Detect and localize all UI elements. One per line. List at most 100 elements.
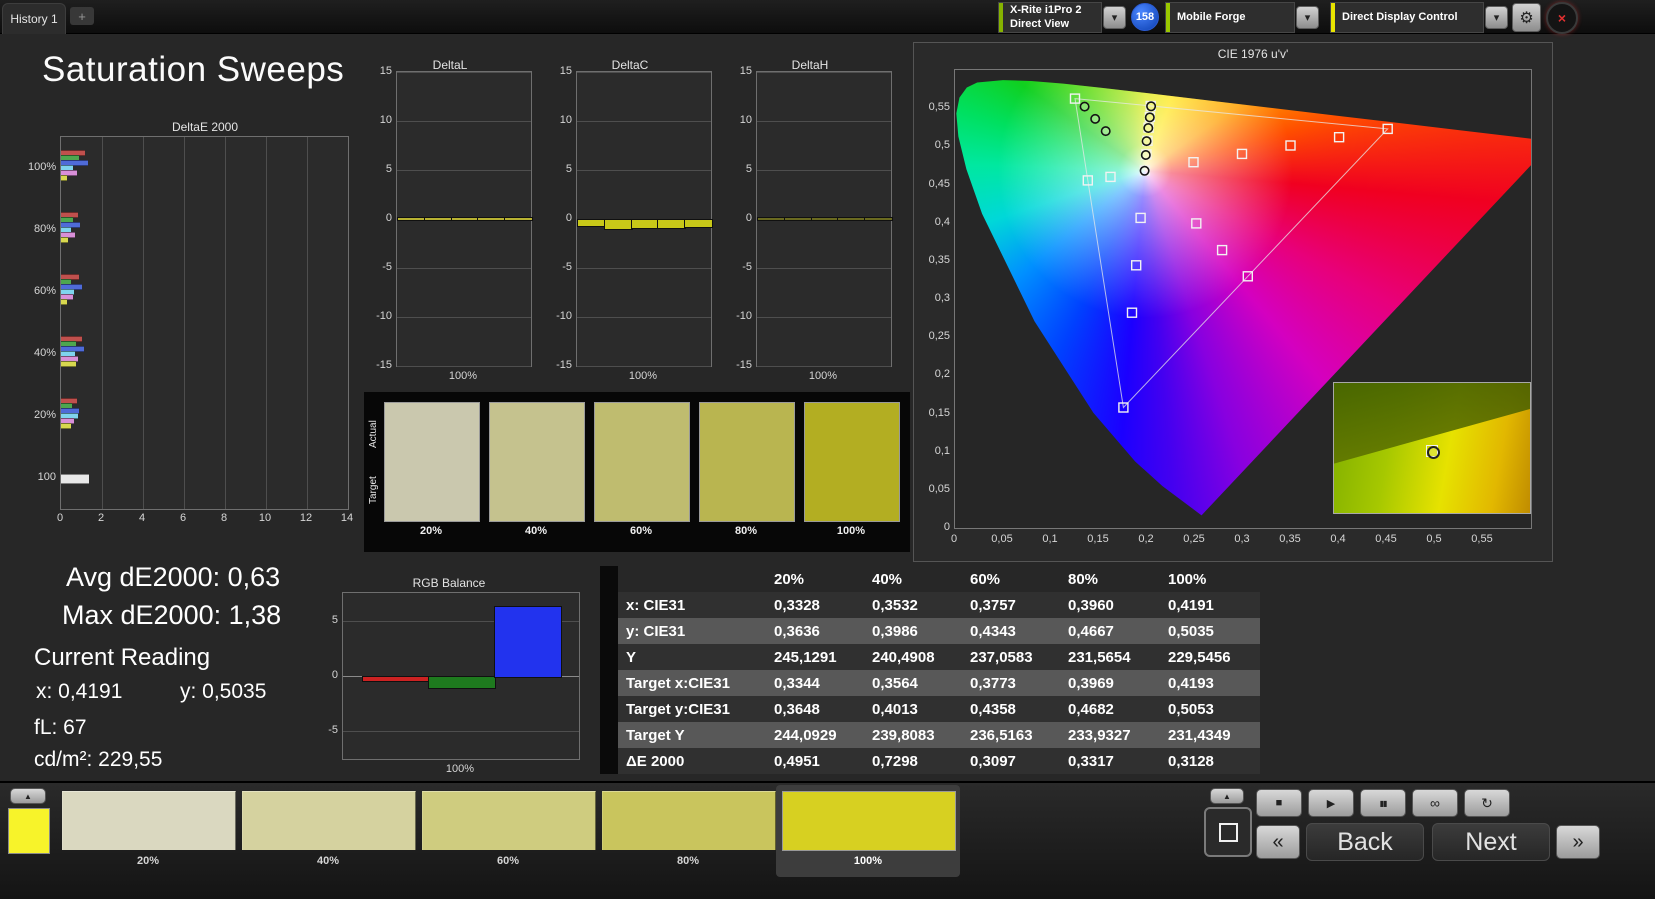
table-cell: 244,0929 [774, 726, 837, 744]
measurement-point [1146, 101, 1157, 112]
display-control-status-stripe [1331, 3, 1335, 32]
gridline [577, 170, 711, 171]
swatch-label-100%: 100% [836, 525, 866, 537]
deltae2000-chart-title: DeltaE 2000 [171, 120, 239, 134]
saturation-tile-label-60%: 60% [496, 855, 520, 867]
back-button[interactable]: Back [1306, 823, 1424, 861]
bar-60% [810, 217, 840, 221]
table-cell: 0,3757 [970, 596, 1016, 614]
saturation-tile-40%[interactable] [242, 791, 416, 850]
x-axis-label: 100% [808, 370, 838, 382]
bar-40% [423, 217, 453, 221]
row-label: Target y:CIE31 [626, 700, 730, 718]
y-tick-label: 10 [739, 114, 752, 126]
table-cell: 240,4908 [872, 648, 935, 666]
x-tick-label: 0,55 [1471, 533, 1493, 545]
continuous-measure-button[interactable]: ∞ [1412, 789, 1458, 817]
saturation-tile-100%[interactable] [782, 791, 956, 851]
y-tick-label: 0,25 [928, 330, 950, 343]
deltah-chart-panel: DeltaH 15 10 5 0 -5 -10 -15 100% [726, 54, 894, 390]
prev-page-button[interactable]: « [1256, 825, 1300, 859]
x-tick-label: 0,05 [991, 533, 1013, 545]
gridline [397, 121, 531, 122]
stop-button[interactable]: ■ [1256, 789, 1302, 817]
table-cell: 0,3128 [1168, 752, 1214, 770]
saturation-tile-80%[interactable] [602, 791, 776, 850]
row-strip [600, 618, 618, 644]
display-control-dropdown[interactable]: Direct Display Control [1330, 2, 1484, 33]
saturation-tile-20%[interactable] [62, 791, 236, 850]
meter-dropdown[interactable]: X-Rite i1Pro 2 Direct View [998, 2, 1102, 33]
bar-G [427, 676, 497, 690]
measurement-point [1100, 126, 1111, 137]
table-cell: 236,5163 [970, 726, 1033, 744]
bar-R [361, 676, 430, 683]
table-cell: 237,0583 [970, 648, 1033, 666]
de-bar-yellow [61, 299, 68, 305]
x-tick-label: 0,35 [1279, 533, 1301, 545]
close-button[interactable]: × [1546, 2, 1578, 34]
settings-button[interactable]: ⚙ [1512, 3, 1541, 32]
x-tick-label: 0,15 [1087, 533, 1109, 545]
measurement-point [1090, 113, 1101, 124]
deltal-plot [396, 71, 533, 367]
meter-dropdown-button[interactable]: ▾ [1103, 6, 1126, 29]
display-control-dropdown-button[interactable]: ▾ [1485, 6, 1508, 29]
next-button[interactable]: Next [1432, 823, 1550, 861]
gridline [397, 268, 531, 269]
column-header-label [618, 566, 766, 592]
saturation-tile-60%[interactable] [422, 791, 596, 850]
tab-history-1[interactable]: History 1 [2, 3, 66, 34]
y-tick-label: 15 [739, 65, 752, 77]
meter-label: X-Rite i1Pro 2 Direct View [1010, 3, 1082, 30]
x-tick-label: 0,1 [1042, 533, 1058, 545]
gridline [757, 72, 891, 73]
measurement-point [1143, 122, 1154, 133]
source-dropdown-button[interactable]: ▾ [1296, 6, 1319, 29]
table-cell: 0,3317 [1068, 752, 1114, 770]
x-tick-label: 0,4 [1330, 533, 1346, 545]
y-tick-label: 10 [559, 114, 572, 126]
add-tab-button[interactable]: + [70, 7, 94, 25]
refresh-button[interactable]: ↻ [1464, 789, 1510, 817]
gear-icon: ⚙ [1519, 9, 1534, 27]
row-label: x: CIE31 [626, 596, 686, 614]
saturation-tile-label-40%: 40% [316, 855, 340, 867]
y-group-label: 100% [28, 161, 57, 173]
bar-100% [504, 217, 533, 221]
deltac-chart-panel: DeltaC 15 10 5 0 -5 -10 -15 100% [546, 54, 714, 390]
stop-measurement-button[interactable] [1204, 807, 1252, 857]
gridline [397, 170, 531, 171]
refresh-icon: ↻ [1481, 794, 1493, 811]
x-tick-label: 6 [179, 512, 187, 524]
current-x-readout: x: 0,4191 [36, 680, 123, 703]
pattern-window-expand-button[interactable]: ▲ [10, 788, 46, 804]
gridline [184, 137, 185, 509]
y-tick-label: 0 [331, 669, 338, 681]
reading-count-badge[interactable]: 158 [1131, 3, 1159, 31]
comparison-swatch-100% [804, 402, 900, 522]
play-button[interactable]: ▶ [1308, 789, 1354, 817]
bar-60% [450, 217, 480, 221]
row-strip [600, 670, 618, 696]
pause-button[interactable]: ▮▮ [1360, 789, 1406, 817]
bar-20% [577, 219, 606, 227]
cie-chart-panel: CIE 1976 u'v' 0 0,05 0,1 0,15 0,2 0,25 0,3 0,35… [913, 42, 1553, 562]
y-tick-label: 0 [745, 212, 752, 224]
controls-expand-button[interactable]: ▲ [1210, 788, 1244, 804]
next-page-button[interactable]: » [1556, 825, 1600, 859]
bar-80% [837, 217, 867, 221]
gridline [397, 366, 531, 367]
table-cell: 0,4193 [1168, 674, 1214, 692]
swatch-comparison-panel: Actual Target 20% 40% 60% 80% 100% [364, 392, 910, 552]
table-cell: 0,3986 [872, 622, 918, 640]
source-dropdown[interactable]: Mobile Forge [1165, 2, 1295, 33]
table-cell: 0,5053 [1168, 700, 1214, 718]
de-bar-yellow [61, 175, 68, 181]
table-row: Target y:CIE31 0,3648 0,4013 0,4358 0,4682 0,… [600, 696, 1260, 722]
gridline [307, 137, 308, 509]
measurement-point [1144, 112, 1155, 123]
x-tick-label: 4 [138, 512, 146, 524]
x-tick-label: 0,5 [1426, 533, 1442, 545]
current-pattern-swatch[interactable] [8, 808, 50, 854]
